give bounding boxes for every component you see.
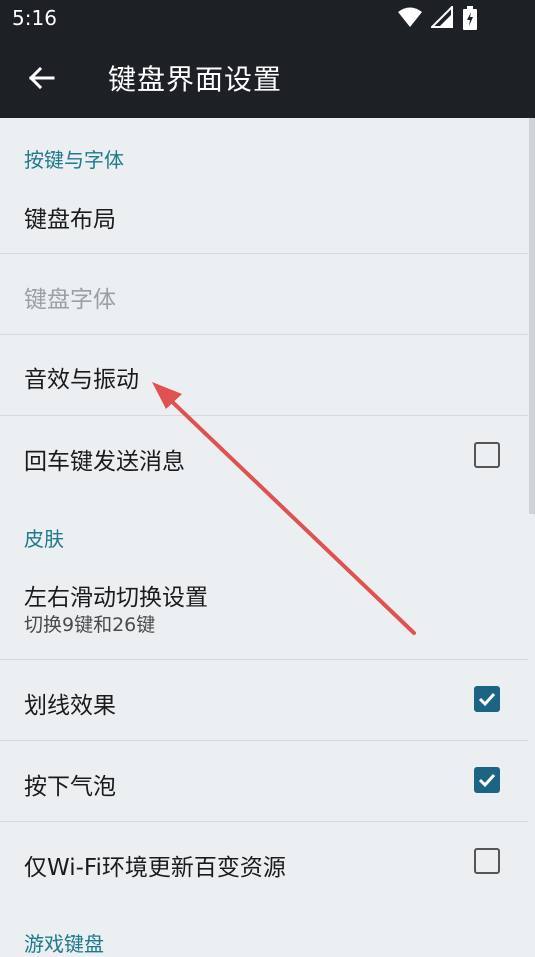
setting-summary: 切换9键和26键	[24, 614, 156, 636]
settings-list: 按键与字体 键盘布局 键盘字体 音效与振动 回车键发送消息 皮肤 左右滑动切换设…	[0, 118, 535, 956]
setting-label: 键盘布局	[24, 207, 116, 233]
scrollbar[interactable]	[529, 118, 535, 514]
setting-label: 左右滑动切换设置	[24, 585, 208, 611]
press-bubble-checkbox[interactable]	[474, 767, 500, 793]
status-time: 5:16	[12, 6, 57, 30]
setting-label: 按下气泡	[24, 774, 116, 800]
setting-swipe-switch[interactable]: 左右滑动切换设置 切换9键和26键	[0, 558, 528, 660]
app-bar: 键盘界面设置	[0, 38, 535, 118]
section-header-keys-fonts: 按键与字体	[24, 148, 124, 172]
setting-keyboard-font: 键盘字体	[0, 254, 528, 335]
line-effect-checkbox[interactable]	[474, 686, 500, 712]
enter-send-checkbox[interactable]	[474, 442, 500, 468]
setting-sound-vibration[interactable]: 音效与振动	[0, 335, 528, 416]
battery-charging-icon	[463, 6, 477, 30]
page-title: 键盘界面设置	[108, 63, 283, 96]
section-header-game-keyboard: 游戏键盘	[24, 932, 104, 956]
checkmark-icon	[478, 773, 496, 788]
setting-label: 回车键发送消息	[24, 449, 185, 475]
status-bar: 5:16	[0, 0, 535, 38]
back-arrow-icon[interactable]	[26, 63, 56, 93]
wifi-update-checkbox[interactable]	[474, 848, 500, 874]
setting-wifi-update[interactable]: 仅Wi-Fi环境更新百变资源	[0, 822, 528, 902]
setting-label: 仅Wi-Fi环境更新百变资源	[24, 855, 286, 881]
setting-keyboard-layout[interactable]: 键盘布局	[0, 174, 528, 254]
signal-icon	[431, 6, 453, 28]
wifi-icon	[398, 7, 422, 27]
section-header-skin: 皮肤	[24, 527, 64, 551]
setting-label: 划线效果	[24, 693, 116, 719]
setting-enter-send[interactable]: 回车键发送消息	[0, 416, 528, 496]
setting-label: 音效与振动	[24, 367, 139, 393]
setting-label: 键盘字体	[24, 287, 116, 313]
setting-line-effect[interactable]: 划线效果	[0, 660, 528, 741]
checkmark-icon	[478, 692, 496, 707]
setting-press-bubble[interactable]: 按下气泡	[0, 741, 528, 822]
